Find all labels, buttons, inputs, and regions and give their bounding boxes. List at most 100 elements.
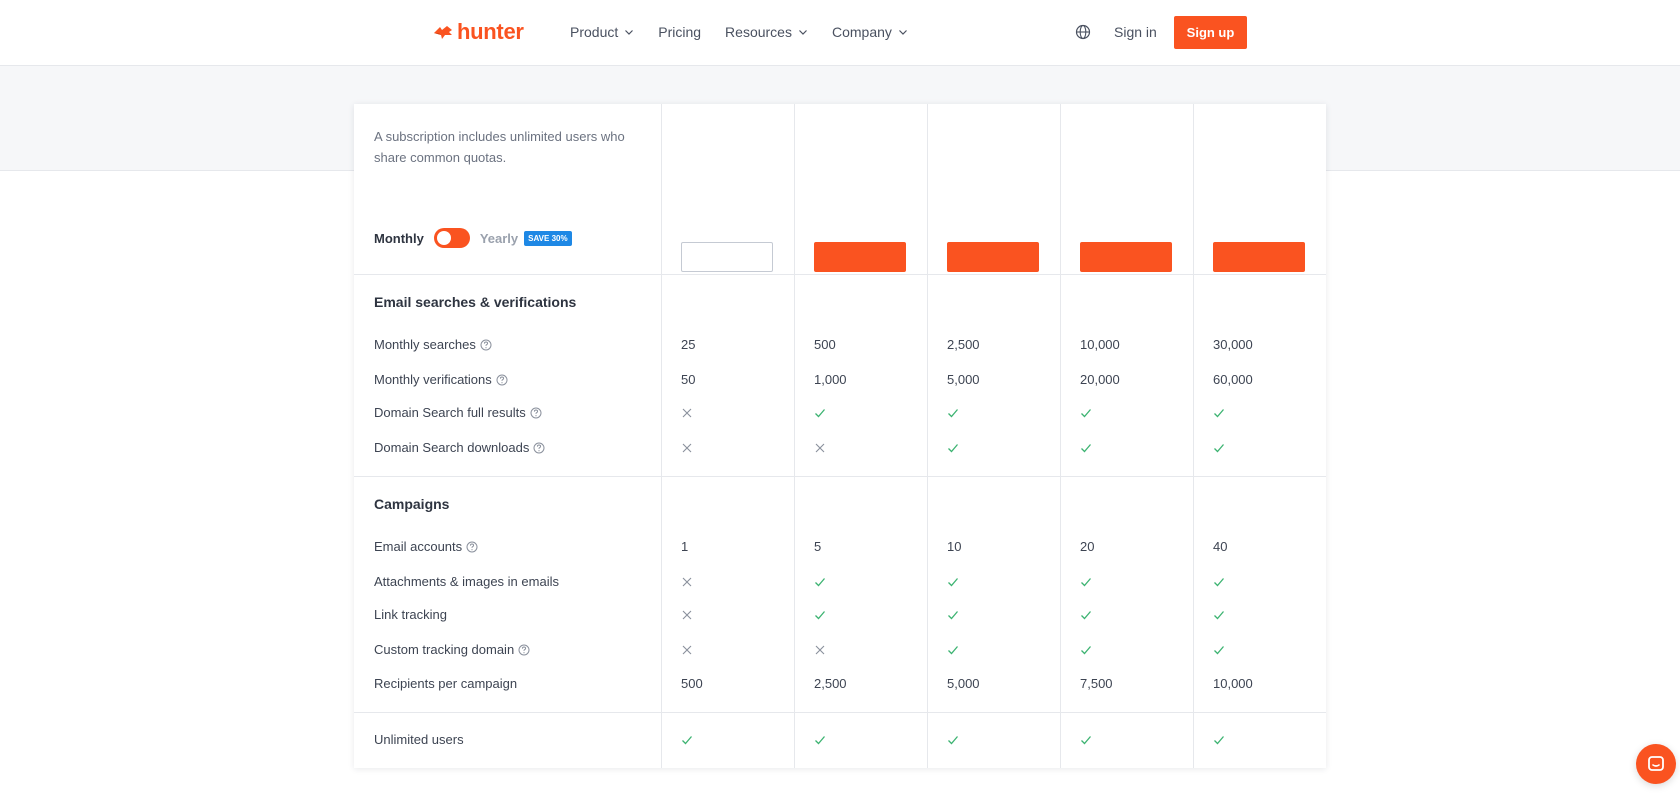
signin-link[interactable]: Sign in [1114,22,1157,42]
cross-icon [682,610,692,620]
feature-row-label: Monthly verifications [374,371,508,389]
check-icon [1081,444,1091,453]
check-icon [1214,578,1224,587]
check-icon [948,736,958,745]
nav-item-product[interactable]: Product [570,22,634,42]
plan-feature-value: 500 [681,676,703,691]
yearly-label[interactable]: Yearly [480,231,518,246]
feature-label-text: Link tracking [374,607,447,622]
help-icon[interactable] [480,339,492,351]
check-icon [1081,736,1091,745]
feature-label-text: Domain Search full results [374,405,526,420]
nav-item-company[interactable]: Company [832,22,908,42]
signup-button[interactable]: Sign up [1174,16,1247,49]
plan-feature-value [1213,731,1225,749]
feature-label-text: Recipients per campaign [374,676,518,691]
plan-feature-value [947,404,959,422]
pricing-intro-text: A subscription includes unlimited users … [374,129,625,165]
plan-free [661,126,794,276]
feature-row-label: Attachments & images in emails [374,573,559,591]
nav-item-label: Product [570,24,619,40]
section-title: Campaigns [374,496,450,512]
cross-icon [682,443,692,453]
plan-feature-value: 5,000 [947,372,980,387]
help-icon[interactable] [533,442,545,454]
feature-row-label: Monthly searches [374,336,492,354]
check-icon [815,409,825,418]
chat-icon [1648,756,1664,771]
check-icon [682,736,692,745]
plan-feature-value: 25 [681,337,696,352]
get-started-button-growth[interactable] [947,242,1039,272]
nav-item-pricing[interactable]: Pricing [658,22,701,42]
plan-feature-value: 500 [814,337,836,352]
plan-feature-value [1080,606,1092,624]
plan-feature-value [1213,641,1225,659]
plan-feature-value [681,731,693,749]
check-icon [1214,646,1224,655]
check-icon [948,646,958,655]
save-badge: SAVE 30% [524,230,572,246]
globe-icon[interactable] [1075,24,1091,40]
plan-feature-value [1213,404,1225,422]
check-icon [815,736,825,745]
hunter-logo[interactable]: hunter [432,18,524,46]
monthly-label[interactable]: Monthly [374,231,424,246]
plan-feature-value: 10,000 [1213,676,1253,691]
billing-toggle-switch[interactable] [433,228,470,248]
nav-item-label: Resources [725,24,792,40]
plan-feature-value [947,439,959,457]
help-icon[interactable] [496,374,508,386]
feature-row-label: Link tracking [374,606,447,624]
section-title: Email searches & verifications [374,294,577,310]
help-icon[interactable] [466,541,478,553]
row-divider [354,476,1326,477]
feature-label-text: Domain Search downloads [374,440,530,455]
feature-row-label: Domain Search full results [374,404,542,422]
cross-icon [682,577,692,587]
check-icon [1214,444,1224,453]
feature-row-label: Custom tracking domain [374,641,530,659]
feature-row-label: Domain Search downloads [374,439,545,457]
brand-name: hunter [457,19,524,44]
plan-feature-value [681,641,693,659]
plan-feature-value [1080,404,1092,422]
get-started-button-pro[interactable] [1080,242,1172,272]
plan-feature-value [814,641,826,659]
get-started-button-free[interactable] [681,242,773,272]
plan-starter [794,126,927,276]
chevron-down-icon [898,30,907,35]
feature-label-text: Custom tracking domain [374,642,515,657]
plan-feature-value [814,573,826,591]
plan-feature-value [1080,439,1092,457]
plan-feature-value [947,573,959,591]
plan-feature-value [681,606,693,624]
cross-icon [815,443,825,453]
plan-feature-value: 5,000 [947,676,980,691]
plan-feature-value: 60,000 [1213,372,1253,387]
plan-feature-value [681,404,693,422]
check-icon [1214,611,1224,620]
check-icon [948,578,958,587]
get-started-button-business[interactable] [1213,242,1305,272]
plan-feature-value [681,573,693,591]
nav-item-resources[interactable]: Resources [725,22,808,42]
nav-item-label: Pricing [658,24,702,40]
help-icon[interactable] [518,644,530,656]
toggle-knob [436,231,451,245]
plan-feature-value [1213,573,1225,591]
row-divider [354,274,1326,275]
plan-feature-value [1080,573,1092,591]
chevron-down-icon [799,30,807,35]
chat-launcher-button[interactable] [1636,744,1676,784]
nav-item-label: Company [831,24,892,40]
cross-icon [682,408,692,418]
plan-feature-value: 2,500 [947,337,980,352]
plan-feature-value: 50 [681,372,696,387]
chevron-down-icon [625,30,634,35]
billing-period-toggle-group: Monthly Yearly SAVE 30% [374,228,572,248]
plan-growth [927,126,1060,276]
get-started-button-starter[interactable] [814,242,906,272]
check-icon [815,578,825,587]
help-icon[interactable] [530,407,542,419]
